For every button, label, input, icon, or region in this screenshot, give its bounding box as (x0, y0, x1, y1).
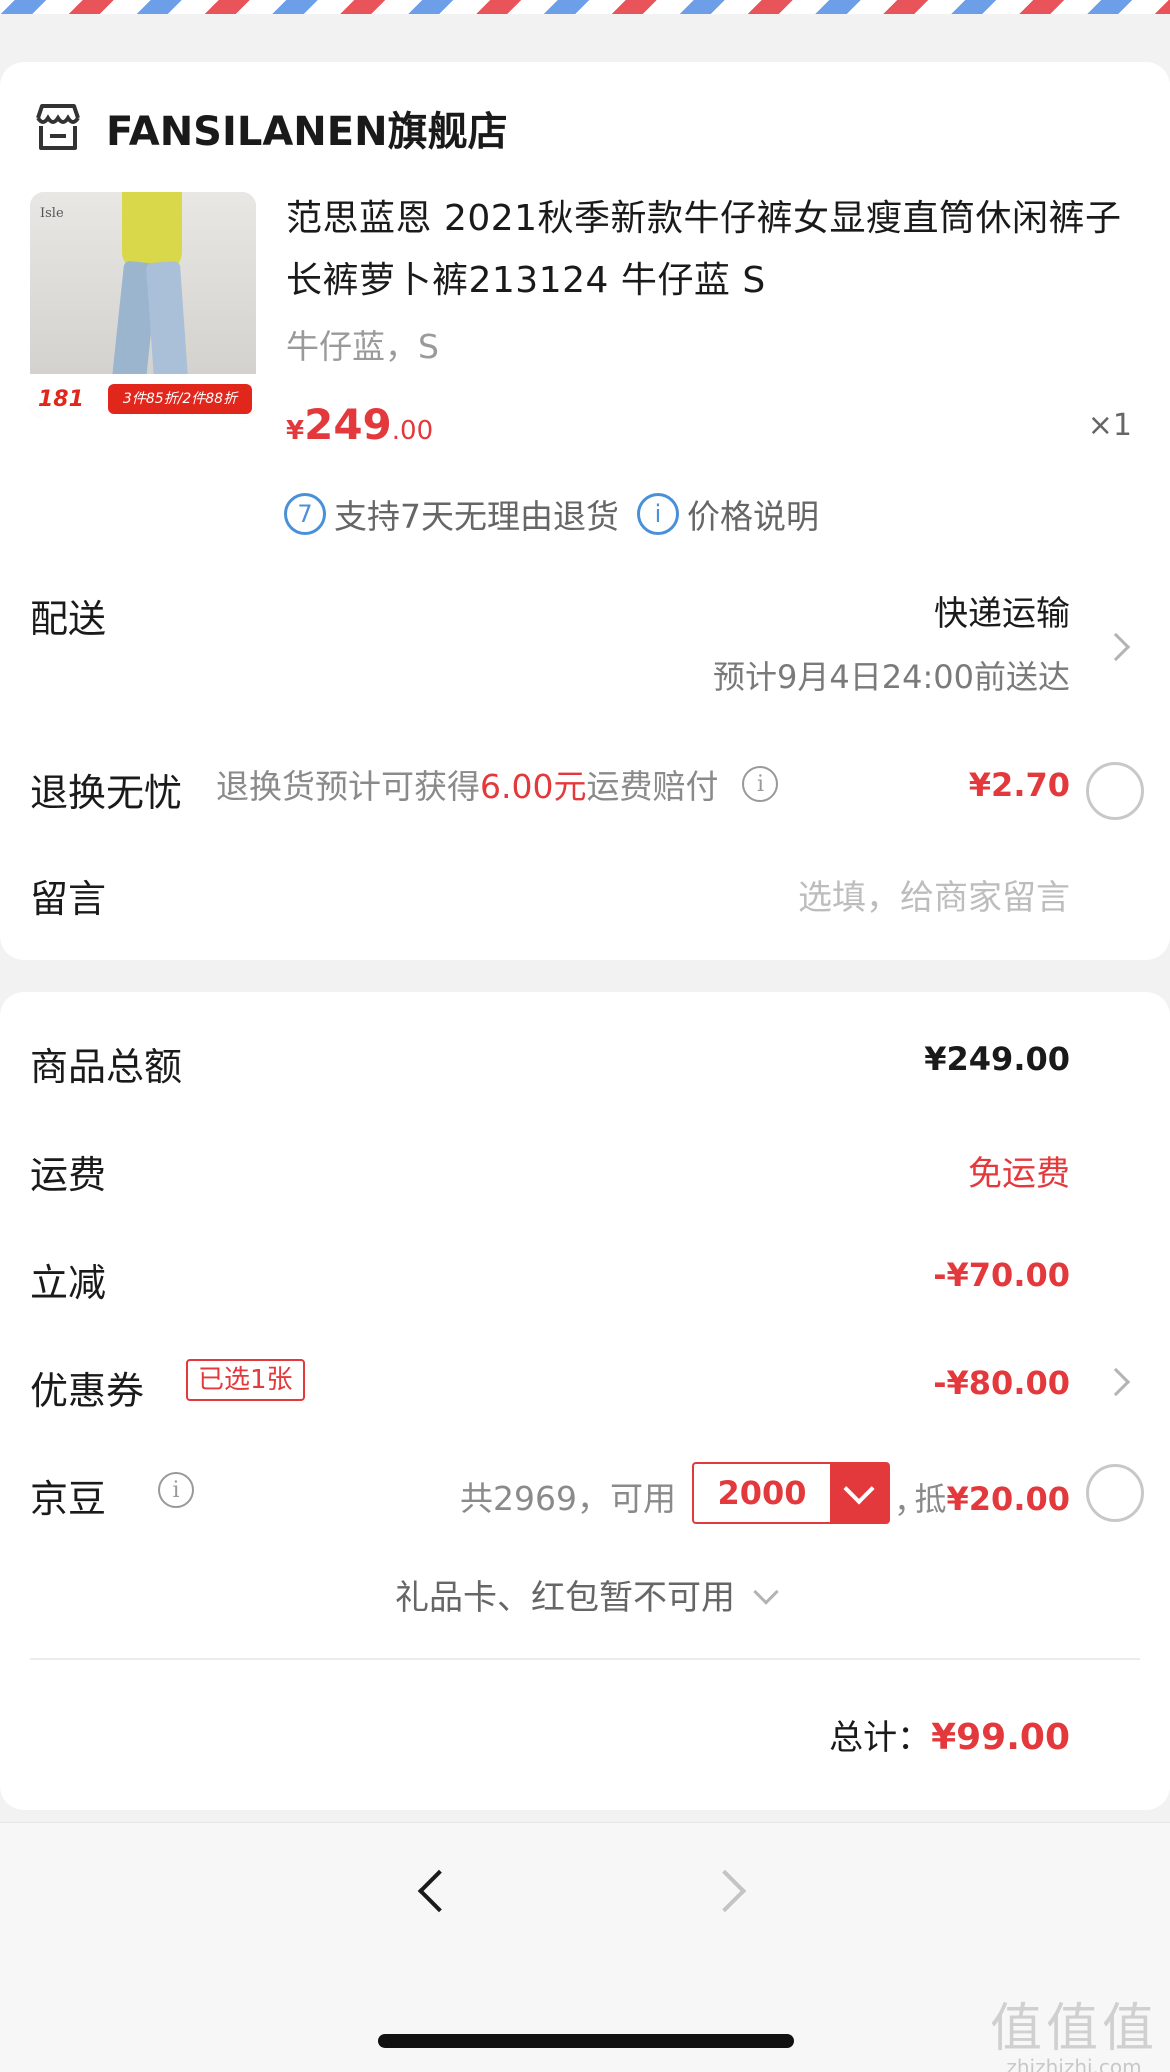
product-thumbnail[interactable]: Isle 181 3件85折/2件88折 (30, 192, 256, 418)
info-icon: i (637, 493, 679, 535)
coupon-label: 优惠券 (30, 1369, 145, 1413)
total-value: ¥99.00 (931, 1717, 1070, 1758)
beans-radio[interactable] (1086, 1464, 1144, 1522)
coupon-selected-tag[interactable]: 已选1张 (186, 1359, 305, 1401)
home-indicator[interactable] (378, 2034, 794, 2048)
thumbnail-brand: Isle (40, 206, 64, 221)
beans-available: 共2969，可用 (460, 1479, 676, 1518)
beans-selected-value: 2000 (717, 1474, 807, 1512)
shop-name: FANSILANEN旗舰店 (106, 109, 508, 155)
thumbnail-promo-price: 181 (38, 387, 84, 412)
chevron-down-icon[interactable] (830, 1464, 888, 1522)
thumbnail-model-top (122, 192, 182, 272)
delivery-chevron-right-icon[interactable] (1101, 632, 1131, 662)
delivery-label: 配送 (30, 597, 107, 641)
price-explanation-badge[interactable]: i 价格说明 (637, 490, 819, 538)
store-icon (36, 104, 80, 150)
shipping-value: 免运费 (968, 1154, 1070, 1194)
total-label: 总计： (829, 1718, 932, 1758)
return-insurance-price: ¥2.70 (968, 766, 1070, 804)
coupon-value[interactable]: -¥80.00 (933, 1364, 1070, 1402)
return-insurance-label: 退换无忧 (30, 771, 183, 815)
order-item-card: FANSILANEN旗舰店 Isle 181 3件85折/2件88折 范思蓝恩 … (0, 62, 1170, 960)
return-desc-suffix: 运费赔付 (586, 767, 719, 806)
discount-value: -¥70.00 (933, 1256, 1070, 1294)
message-label: 留言 (30, 877, 107, 921)
return-desc-prefix: 退换货预计可获得 (216, 767, 480, 806)
beans-amount-select[interactable]: 2000 (692, 1462, 890, 1524)
delivery-eta: 预计9月4日24:00前送达 (713, 658, 1070, 696)
beans-deduct: 抵¥20.00 (915, 1474, 1071, 1520)
price-decimal: .00 (391, 416, 434, 446)
seven-day-return-label: 支持7天无理由退货 (334, 497, 619, 536)
beans-deduct-prefix: 抵 (914, 1480, 947, 1518)
giftcard-row[interactable]: 礼品卡、红包暂不可用 (0, 1570, 1170, 1619)
goods-total-label: 商品总额 (30, 1045, 183, 1089)
watermark-site: zhizhizhi.com (1006, 2055, 1142, 2072)
giftcard-text: 礼品卡、红包暂不可用 (395, 1578, 735, 1618)
return-desc-amount: 6.00元 (480, 767, 587, 806)
seven-day-icon: 7 (284, 493, 326, 535)
watermark: 值值值 zhizhizhi.com (990, 1986, 1158, 2072)
airmail-border-mask (0, 14, 1170, 34)
summary-divider (30, 1658, 1140, 1660)
expand-chevron-icon (753, 1579, 779, 1605)
shop-header[interactable]: FANSILANEN旗舰店 (30, 96, 508, 160)
price-currency: ¥ (286, 416, 305, 446)
return-insurance-desc: 退换货预计可获得 6.00元 运费赔付 i (216, 760, 779, 808)
thumbnail-promo-text: 3件85折/2件88折 (108, 384, 252, 414)
product-title[interactable]: 范思蓝恩 2021秋季新款牛仔裤女显瘦直筒休闲裤子长裤萝卜裤213124 牛仔蓝… (286, 188, 1136, 312)
beans-deduct-value: ¥20.00 (946, 1480, 1070, 1518)
return-info-icon[interactable]: i (742, 766, 779, 802)
product-price: ¥249.00 (286, 400, 433, 449)
order-total: 总计：¥99.00 (829, 1710, 1070, 1759)
seven-day-return-badge[interactable]: 7 支持7天无理由退货 (284, 490, 619, 538)
service-badges: 7 支持7天无理由退货 i 价格说明 (284, 490, 837, 538)
price-explanation-label: 价格说明 (687, 497, 819, 536)
message-input[interactable]: 选填，给商家留言 (798, 870, 1070, 919)
beans-info-icon[interactable]: i (158, 1472, 194, 1508)
return-insurance-radio[interactable] (1086, 762, 1144, 820)
product-spec: 牛仔蓝，S (286, 327, 439, 366)
goods-total-value: ¥249.00 (924, 1040, 1070, 1078)
watermark-logo: 值值值 (989, 1999, 1158, 2059)
shipping-label: 运费 (30, 1153, 107, 1197)
delivery-method[interactable]: 快递运输 (934, 586, 1070, 635)
beans-label: 京豆 (30, 1477, 107, 1521)
price-integer: 249 (304, 400, 392, 449)
discount-label: 立减 (30, 1261, 107, 1305)
product-quantity: ×1 (1087, 408, 1132, 443)
